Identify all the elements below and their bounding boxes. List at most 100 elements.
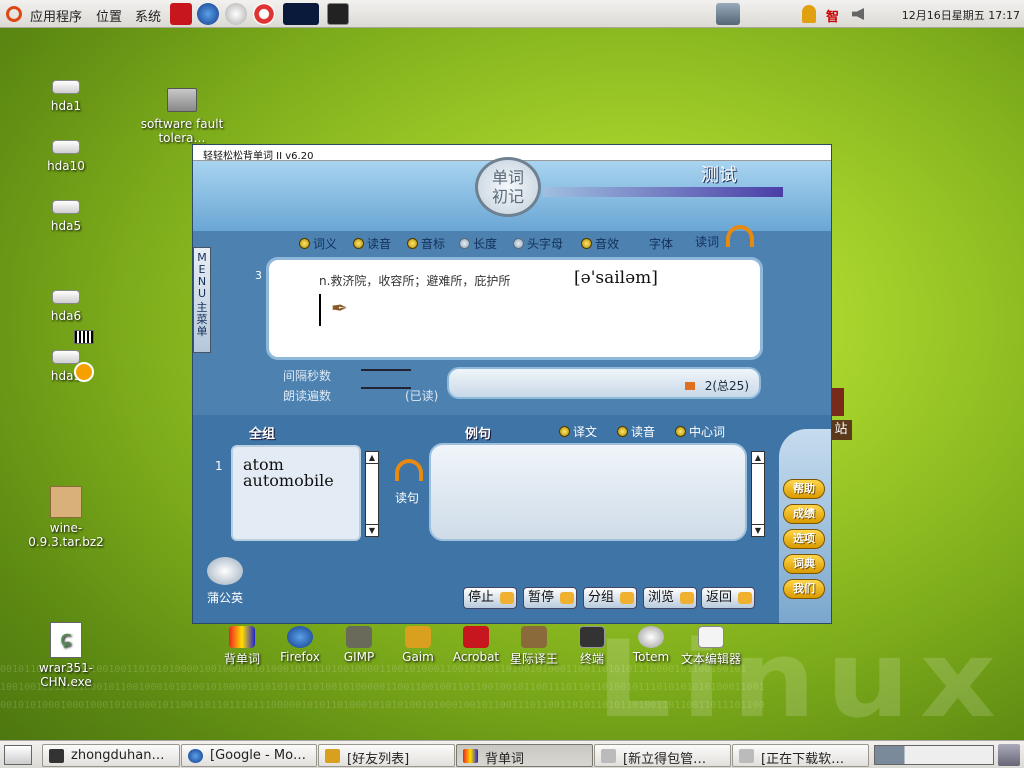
task-buddy-list[interactable]: [好友列表]: [318, 744, 455, 767]
desktop-partial-icon[interactable]: [830, 388, 844, 416]
show-desktop-icon[interactable]: [4, 745, 32, 765]
read-count-label: 朗读遍数: [283, 389, 332, 403]
read-sentence-label[interactable]: 读句: [395, 489, 419, 506]
tab-example[interactable]: 例句: [465, 423, 491, 442]
ime-person-icon[interactable]: [802, 5, 816, 23]
launcher-label: Totem: [632, 650, 670, 664]
option-pronunciation[interactable]: 读音: [353, 235, 391, 252]
synaptic-icon: [601, 749, 616, 763]
radio-on-icon: [581, 238, 592, 249]
menu-applications[interactable]: 应用程序: [30, 6, 82, 25]
options-button[interactable]: 选项: [783, 529, 825, 549]
acrobat-icon: [463, 626, 489, 648]
help-button[interactable]: 帮助: [783, 479, 825, 499]
system-monitor-icon[interactable]: [283, 3, 319, 25]
desktop-icon-hda1[interactable]: hda1: [16, 80, 116, 113]
example-opt-pronunciation[interactable]: 读音: [617, 423, 655, 440]
task-synaptic[interactable]: [新立得包管…: [594, 744, 731, 767]
menu-system[interactable]: 系统: [135, 6, 161, 25]
launcher-label: Firefox: [280, 650, 320, 664]
read-word-button[interactable]: 读词: [695, 233, 719, 250]
desktop-icon-label: hda6: [50, 309, 82, 323]
headphones-icon[interactable]: [395, 459, 423, 481]
ubuntu-logo-icon[interactable]: [6, 6, 22, 22]
interval-slider[interactable]: [361, 369, 411, 371]
desktop-icon-wrar-exe[interactable]: ɕ wrar351-CHN.exe: [16, 622, 116, 689]
browse-button[interactable]: 浏览: [643, 587, 697, 609]
barcode-emblem-icon: [74, 330, 94, 344]
task-firefox[interactable]: [Google - Mo…: [181, 744, 317, 767]
word-list[interactable]: atom automobile: [231, 445, 361, 541]
workspace-switcher[interactable]: [874, 745, 994, 765]
main-menu-button[interactable]: MENU 主菜单: [193, 247, 211, 353]
ime-mode-label[interactable]: 智: [826, 6, 839, 25]
mode-badge[interactable]: 单词 初记: [475, 157, 541, 217]
option-first-letter[interactable]: 头字母: [513, 235, 563, 252]
desktop-icon-software-folder[interactable]: software fault tolera…: [132, 88, 232, 145]
top-panel: 应用程序 位置 系统 智 12月16日星期五 17:17: [0, 0, 1024, 28]
tab-group[interactable]: 全组: [249, 423, 275, 442]
gaim-icon: [325, 749, 340, 763]
option-label: 译文: [573, 425, 598, 439]
desktop-icon-hda10[interactable]: hda10: [16, 140, 116, 173]
volume-icon[interactable]: [852, 8, 864, 20]
badge-line-1: 单词: [491, 168, 524, 187]
pause-button[interactable]: 暂停: [523, 587, 577, 609]
panel-clock[interactable]: 12月16日星期五 17:17: [902, 7, 1020, 23]
example-scrollbar[interactable]: ▲ ▼: [751, 451, 765, 537]
example-box: [429, 443, 747, 541]
word-list-scrollbar[interactable]: ▲ ▼: [365, 451, 379, 537]
group-button[interactable]: 分组: [583, 587, 637, 609]
return-button[interactable]: 返回: [701, 587, 755, 609]
read-status: (已读): [405, 389, 439, 403]
help-launcher-icon[interactable]: [253, 3, 275, 25]
desktop-icon-hda6[interactable]: hda6: [16, 290, 116, 323]
menu-label-cn: 主菜单: [196, 301, 208, 338]
example-opt-keyword[interactable]: 中心词: [675, 423, 725, 440]
option-phonetic[interactable]: 音标: [407, 235, 445, 252]
stop-button[interactable]: 停止: [463, 587, 517, 609]
network-monitor-icon[interactable]: [716, 3, 740, 25]
scroll-up-icon[interactable]: ▲: [366, 452, 378, 464]
menu-places[interactable]: 位置: [96, 6, 122, 25]
desktop-icon-hda9[interactable]: hda9: [16, 350, 116, 383]
about-us-button[interactable]: 我们: [783, 579, 825, 599]
drive-icon: [52, 200, 80, 214]
task-vocab[interactable]: 背单词: [456, 744, 593, 767]
firefox-launcher-icon[interactable]: [197, 3, 219, 25]
book-icon: [620, 592, 634, 604]
desktop-partial-label[interactable]: 站: [830, 420, 852, 440]
clock-launcher-icon[interactable]: [225, 3, 247, 25]
trash-icon[interactable]: [998, 744, 1020, 766]
option-sound-effect[interactable]: 音效: [581, 235, 619, 252]
task-terminal[interactable]: zhongduhan…: [42, 744, 180, 767]
drive-icon: [52, 140, 80, 154]
option-meaning[interactable]: 词义: [299, 235, 337, 252]
acrobat-launcher-icon[interactable]: [170, 3, 192, 25]
radio-on-icon: [675, 426, 686, 437]
desktop-icon-wine-archive[interactable]: wine-0.9.3.tar.bz2: [14, 486, 118, 549]
desktop-icon-label: hda10: [47, 159, 85, 173]
list-item[interactable]: automobile: [233, 473, 359, 489]
list-item[interactable]: atom: [233, 447, 359, 473]
scroll-up-icon[interactable]: ▲: [752, 452, 764, 464]
launcher-label: 文本编辑器: [680, 652, 741, 666]
task-downloading[interactable]: [正在下载软…: [732, 744, 869, 767]
drive-icon: [52, 290, 80, 304]
answer-box[interactable]: n.救济院，收容所；避难所，庇护所 [ə'sailəm] ✒: [266, 257, 763, 360]
scores-button[interactable]: 成绩: [783, 504, 825, 524]
read-count-slider[interactable]: [361, 387, 411, 389]
button-label: 停止: [468, 590, 495, 605]
desktop-icon-label: hda1: [50, 99, 82, 113]
scroll-down-icon[interactable]: ▼: [752, 524, 764, 536]
desktop-icon-hda5[interactable]: hda5: [16, 200, 116, 233]
headphones-icon[interactable]: [726, 225, 754, 247]
launcher-label: Gaim: [402, 650, 434, 664]
option-length[interactable]: 长度: [459, 235, 497, 252]
dictionary-button[interactable]: 词典: [783, 554, 825, 574]
font-button[interactable]: 字体: [649, 235, 673, 252]
terminal-launcher-icon[interactable]: [327, 3, 349, 25]
scroll-down-icon[interactable]: ▼: [366, 524, 378, 536]
example-opt-translation[interactable]: 译文: [559, 423, 597, 440]
launcher-text-editor[interactable]: 文本编辑器: [676, 626, 746, 667]
